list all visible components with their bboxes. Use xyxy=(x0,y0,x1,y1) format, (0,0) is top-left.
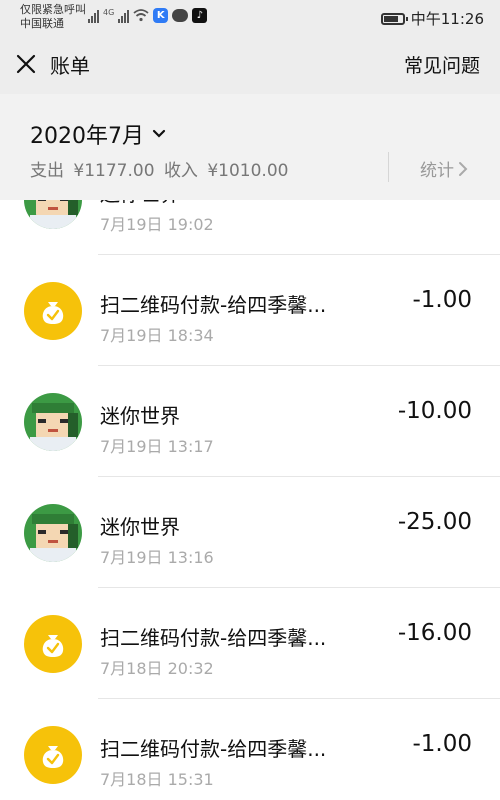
message-icon xyxy=(172,9,189,22)
transaction-row[interactable]: 扫二维码付款-给四季馨... 7月18日 20:32 -16.00 xyxy=(0,588,500,699)
mini-world-avatar xyxy=(24,200,82,229)
transaction-amount: -25.00 xyxy=(397,509,472,535)
transaction-row[interactable]: 迷你世界 7月19日 13:17 -10.00 xyxy=(0,366,500,477)
status-right: 中午11:26 xyxy=(380,8,484,29)
carrier-emergency-text: 仅限紧急呼叫 xyxy=(20,3,86,16)
expense-label: 支出 xyxy=(30,161,64,181)
transaction-time: 7月18日 15:31 xyxy=(100,770,214,789)
transaction-time: 7月18日 20:32 xyxy=(100,659,214,678)
statistics-label: 统计 xyxy=(420,161,454,181)
tiktok-icon: ♪ xyxy=(192,8,208,23)
statistics-button[interactable]: 统计 xyxy=(420,156,468,181)
bill-summary: 2020年7月 支出 ¥1177.00 收入 ¥1010.00 统计 xyxy=(0,94,500,200)
transaction-title: 扫二维码付款-给四季馨... xyxy=(100,737,327,761)
carrier-info: 仅限紧急呼叫 中国联通 xyxy=(20,3,86,31)
signal-icon xyxy=(88,9,99,23)
close-icon xyxy=(16,54,36,74)
mini-world-avatar xyxy=(24,393,82,451)
transaction-row[interactable]: 迷你世界 7月19日 13:16 -25.00 xyxy=(0,477,500,588)
faq-link[interactable]: 常见问题 xyxy=(404,51,480,78)
expense-value: ¥1177.00 xyxy=(73,161,155,181)
transaction-time: 7月19日 18:34 xyxy=(100,326,214,345)
transaction-row[interactable]: 扫二维码付款-给四季馨... 7月18日 15:31 -1.00 xyxy=(0,699,500,800)
chevron-right-icon xyxy=(459,161,468,176)
mini-world-avatar xyxy=(24,504,82,562)
wifi-icon xyxy=(133,9,149,22)
transaction-row[interactable]: 迷你世界 7月19日 19:02 -25.00 xyxy=(0,200,500,255)
clock: 中午11:26 xyxy=(410,10,484,28)
money-bag-icon xyxy=(24,282,82,340)
status-icons: 4G K ♪ xyxy=(88,8,208,23)
carrier-name: 中国联通 xyxy=(20,17,64,30)
k-app-icon: K xyxy=(153,8,169,23)
status-bar: 仅限紧急呼叫 中国联通 4G K ♪ 中午11:26 xyxy=(0,0,500,34)
transaction-title: 扫二维码付款-给四季馨... xyxy=(100,293,327,317)
transaction-title: 迷你世界 xyxy=(100,515,180,539)
transaction-amount: -1.00 xyxy=(412,287,472,313)
money-bag-icon xyxy=(24,615,82,673)
transaction-amount: -16.00 xyxy=(397,620,472,646)
transaction-time: 7月19日 19:02 xyxy=(100,215,214,234)
signal-icon-2 xyxy=(118,9,130,23)
network-type: 4G xyxy=(103,8,115,17)
transaction-time: 7月19日 13:16 xyxy=(100,548,214,567)
transaction-title: 扫二维码付款-给四季馨... xyxy=(100,626,327,650)
month-label: 2020年7月 xyxy=(30,124,144,149)
money-bag-icon xyxy=(24,726,82,784)
transaction-amount: -1.00 xyxy=(412,731,472,757)
battery-icon xyxy=(380,12,408,25)
transaction-time: 7月19日 13:17 xyxy=(100,437,214,456)
transaction-title: 迷你世界 xyxy=(100,200,180,207)
month-selector[interactable]: 2020年7月 xyxy=(30,118,166,150)
transaction-list[interactable]: 迷你世界 7月19日 19:02 -25.00 扫二维码付款-给四季馨... 7月19… xyxy=(0,200,500,800)
income-label: 收入 xyxy=(163,161,198,181)
chevron-down-icon xyxy=(152,129,166,138)
page-title: 账单 xyxy=(50,54,90,78)
nav-bar: 账单 常见问题 xyxy=(0,34,500,94)
close-button[interactable] xyxy=(12,50,40,78)
transaction-title: 迷你世界 xyxy=(100,404,180,428)
divider xyxy=(388,152,389,182)
transaction-amount: -10.00 xyxy=(397,398,472,424)
transaction-amount: -25.00 xyxy=(398,200,472,202)
income-value: ¥1010.00 xyxy=(207,161,289,181)
totals: 支出 ¥1177.00 收入 ¥1010.00 xyxy=(30,156,292,181)
transaction-row[interactable]: 扫二维码付款-给四季馨... 7月19日 18:34 -1.00 xyxy=(0,255,500,366)
